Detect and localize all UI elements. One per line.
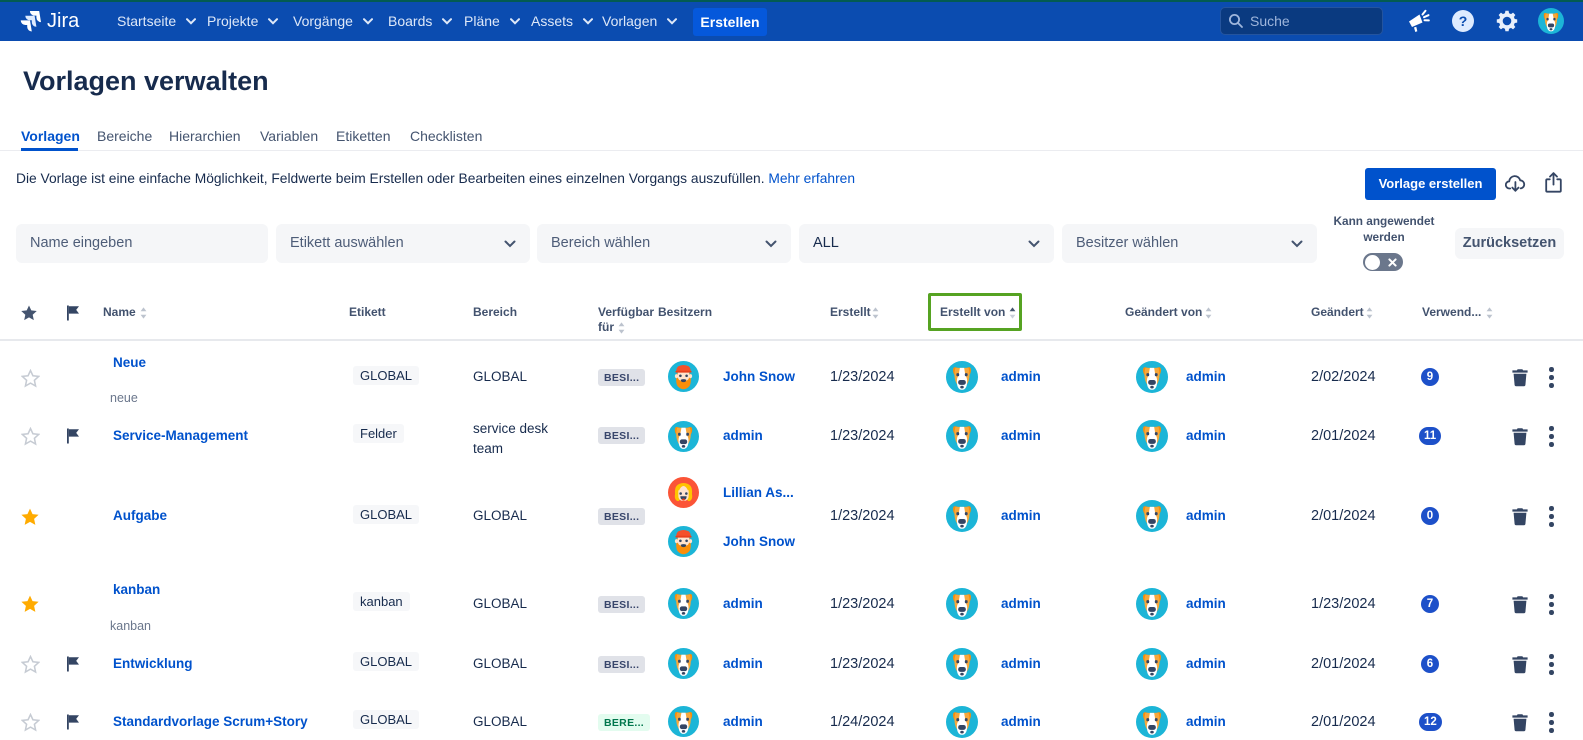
svg-text:?: ? (1459, 13, 1468, 29)
